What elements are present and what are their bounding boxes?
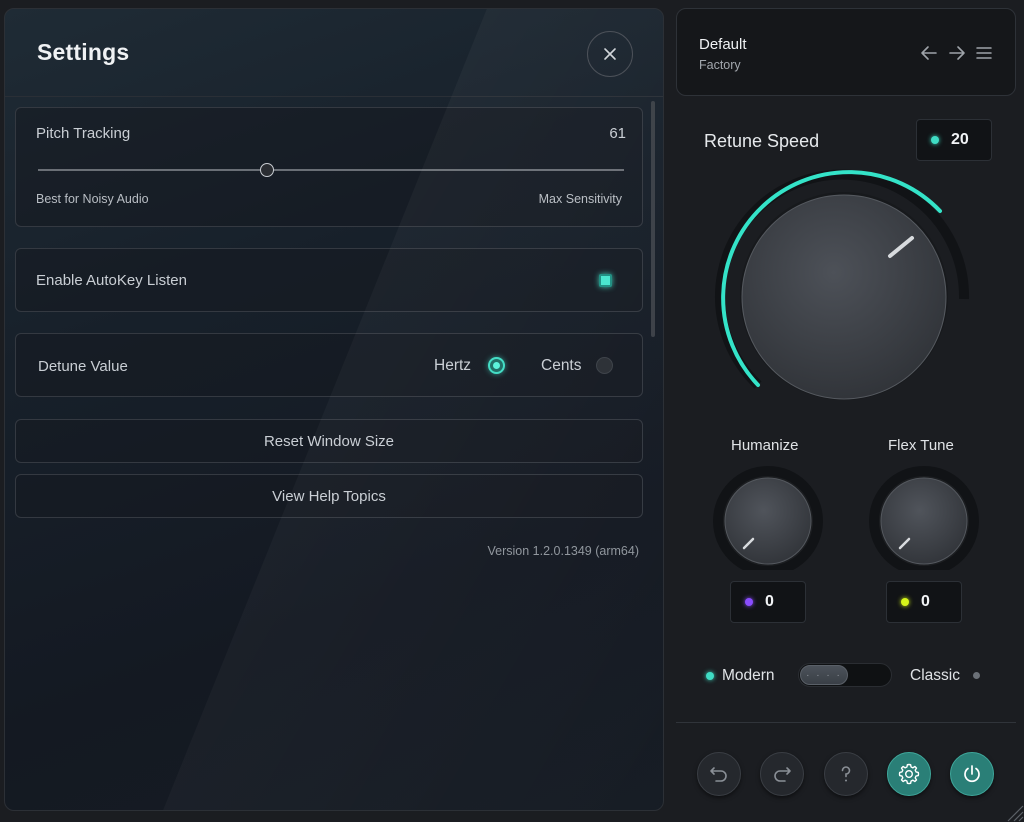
retune-speed-label: Retune Speed [704,131,820,151]
power-button[interactable] [950,752,994,796]
flex-tune-indicator-dot [901,598,909,606]
view-help-topics-button[interactable]: View Help Topics [15,474,643,518]
arrow-right-icon[interactable] [947,44,967,62]
pitch-tracking-value: 61 [609,125,626,142]
autokey-label: Enable AutoKey Listen [36,272,187,289]
detune-label: Detune Value [38,358,128,375]
pitch-tracking-label: Pitch Tracking [36,125,131,142]
mode-toggle[interactable]: · · · · [798,663,892,687]
flex-tune-value-box[interactable]: 0 [886,581,962,623]
redo-button[interactable] [760,752,804,796]
settings-title: Settings [37,39,130,65]
gear-icon [898,763,920,785]
cents-label: Cents [541,357,582,374]
modern-indicator-dot [706,672,714,680]
menu-icon[interactable] [974,44,994,62]
flex-tune-value: 0 [921,593,930,610]
undo-icon [710,767,727,782]
pitch-tracking-slider[interactable] [38,169,624,171]
settings-panel: Settings Pitch Tracking 61 Best for Nois… [4,8,664,811]
slider-max-label: Max Sensitivity [538,192,622,206]
retune-speed-value: 20 [951,131,969,148]
retune-speed-knob[interactable] [714,168,974,404]
classic-label[interactable]: Classic [910,667,960,685]
help-icon [841,766,851,782]
preset-bar: Default Factory [676,8,1016,96]
settings-scrollbar[interactable] [651,101,655,337]
humanize-indicator-dot [745,598,753,606]
reset-window-size-button[interactable]: Reset Window Size [15,419,643,463]
detune-card: Detune Value Hertz Cents [15,333,643,397]
close-button[interactable] [587,31,633,77]
undo-button[interactable] [697,752,741,796]
pitch-tracking-card: Pitch Tracking 61 Best for Noisy Audio M… [15,107,643,227]
hertz-label: Hertz [434,357,472,374]
modern-label[interactable]: Modern [722,667,775,685]
humanize-knob[interactable] [712,466,824,570]
autokey-card: Enable AutoKey Listen [15,248,643,312]
bottom-divider [676,722,1016,723]
resize-grip-icon[interactable] [1002,800,1024,822]
arrow-left-icon[interactable] [919,44,939,62]
slider-min-label: Best for Noisy Audio [36,192,149,206]
cents-radio[interactable] [596,357,613,374]
help-button[interactable] [824,752,868,796]
autokey-checkbox[interactable] [599,274,612,287]
mode-toggle-handle[interactable]: · · · · [800,665,848,685]
pitch-tracking-slider-thumb[interactable] [259,163,274,177]
humanize-value-box[interactable]: 0 [730,581,806,623]
hertz-radio[interactable] [488,357,505,374]
flex-tune-knob[interactable] [868,466,980,570]
preset-name[interactable]: Default [699,36,747,53]
power-icon [964,765,980,783]
humanize-value: 0 [765,593,774,610]
retune-indicator-dot [931,136,939,144]
retune-speed-value-box[interactable]: 20 [916,119,992,161]
preset-category: Factory [699,58,741,72]
classic-indicator-dot [973,672,980,679]
flex-tune-label: Flex Tune [888,437,954,454]
settings-header: Settings [5,9,663,97]
app-window: Settings Pitch Tracking 61 Best for Nois… [0,0,1024,822]
close-icon [604,48,616,60]
version-text: Version 1.2.0.1349 (arm64) [487,544,639,558]
settings-button[interactable] [887,752,931,796]
humanize-label: Humanize [731,437,799,454]
redo-icon [774,767,791,782]
